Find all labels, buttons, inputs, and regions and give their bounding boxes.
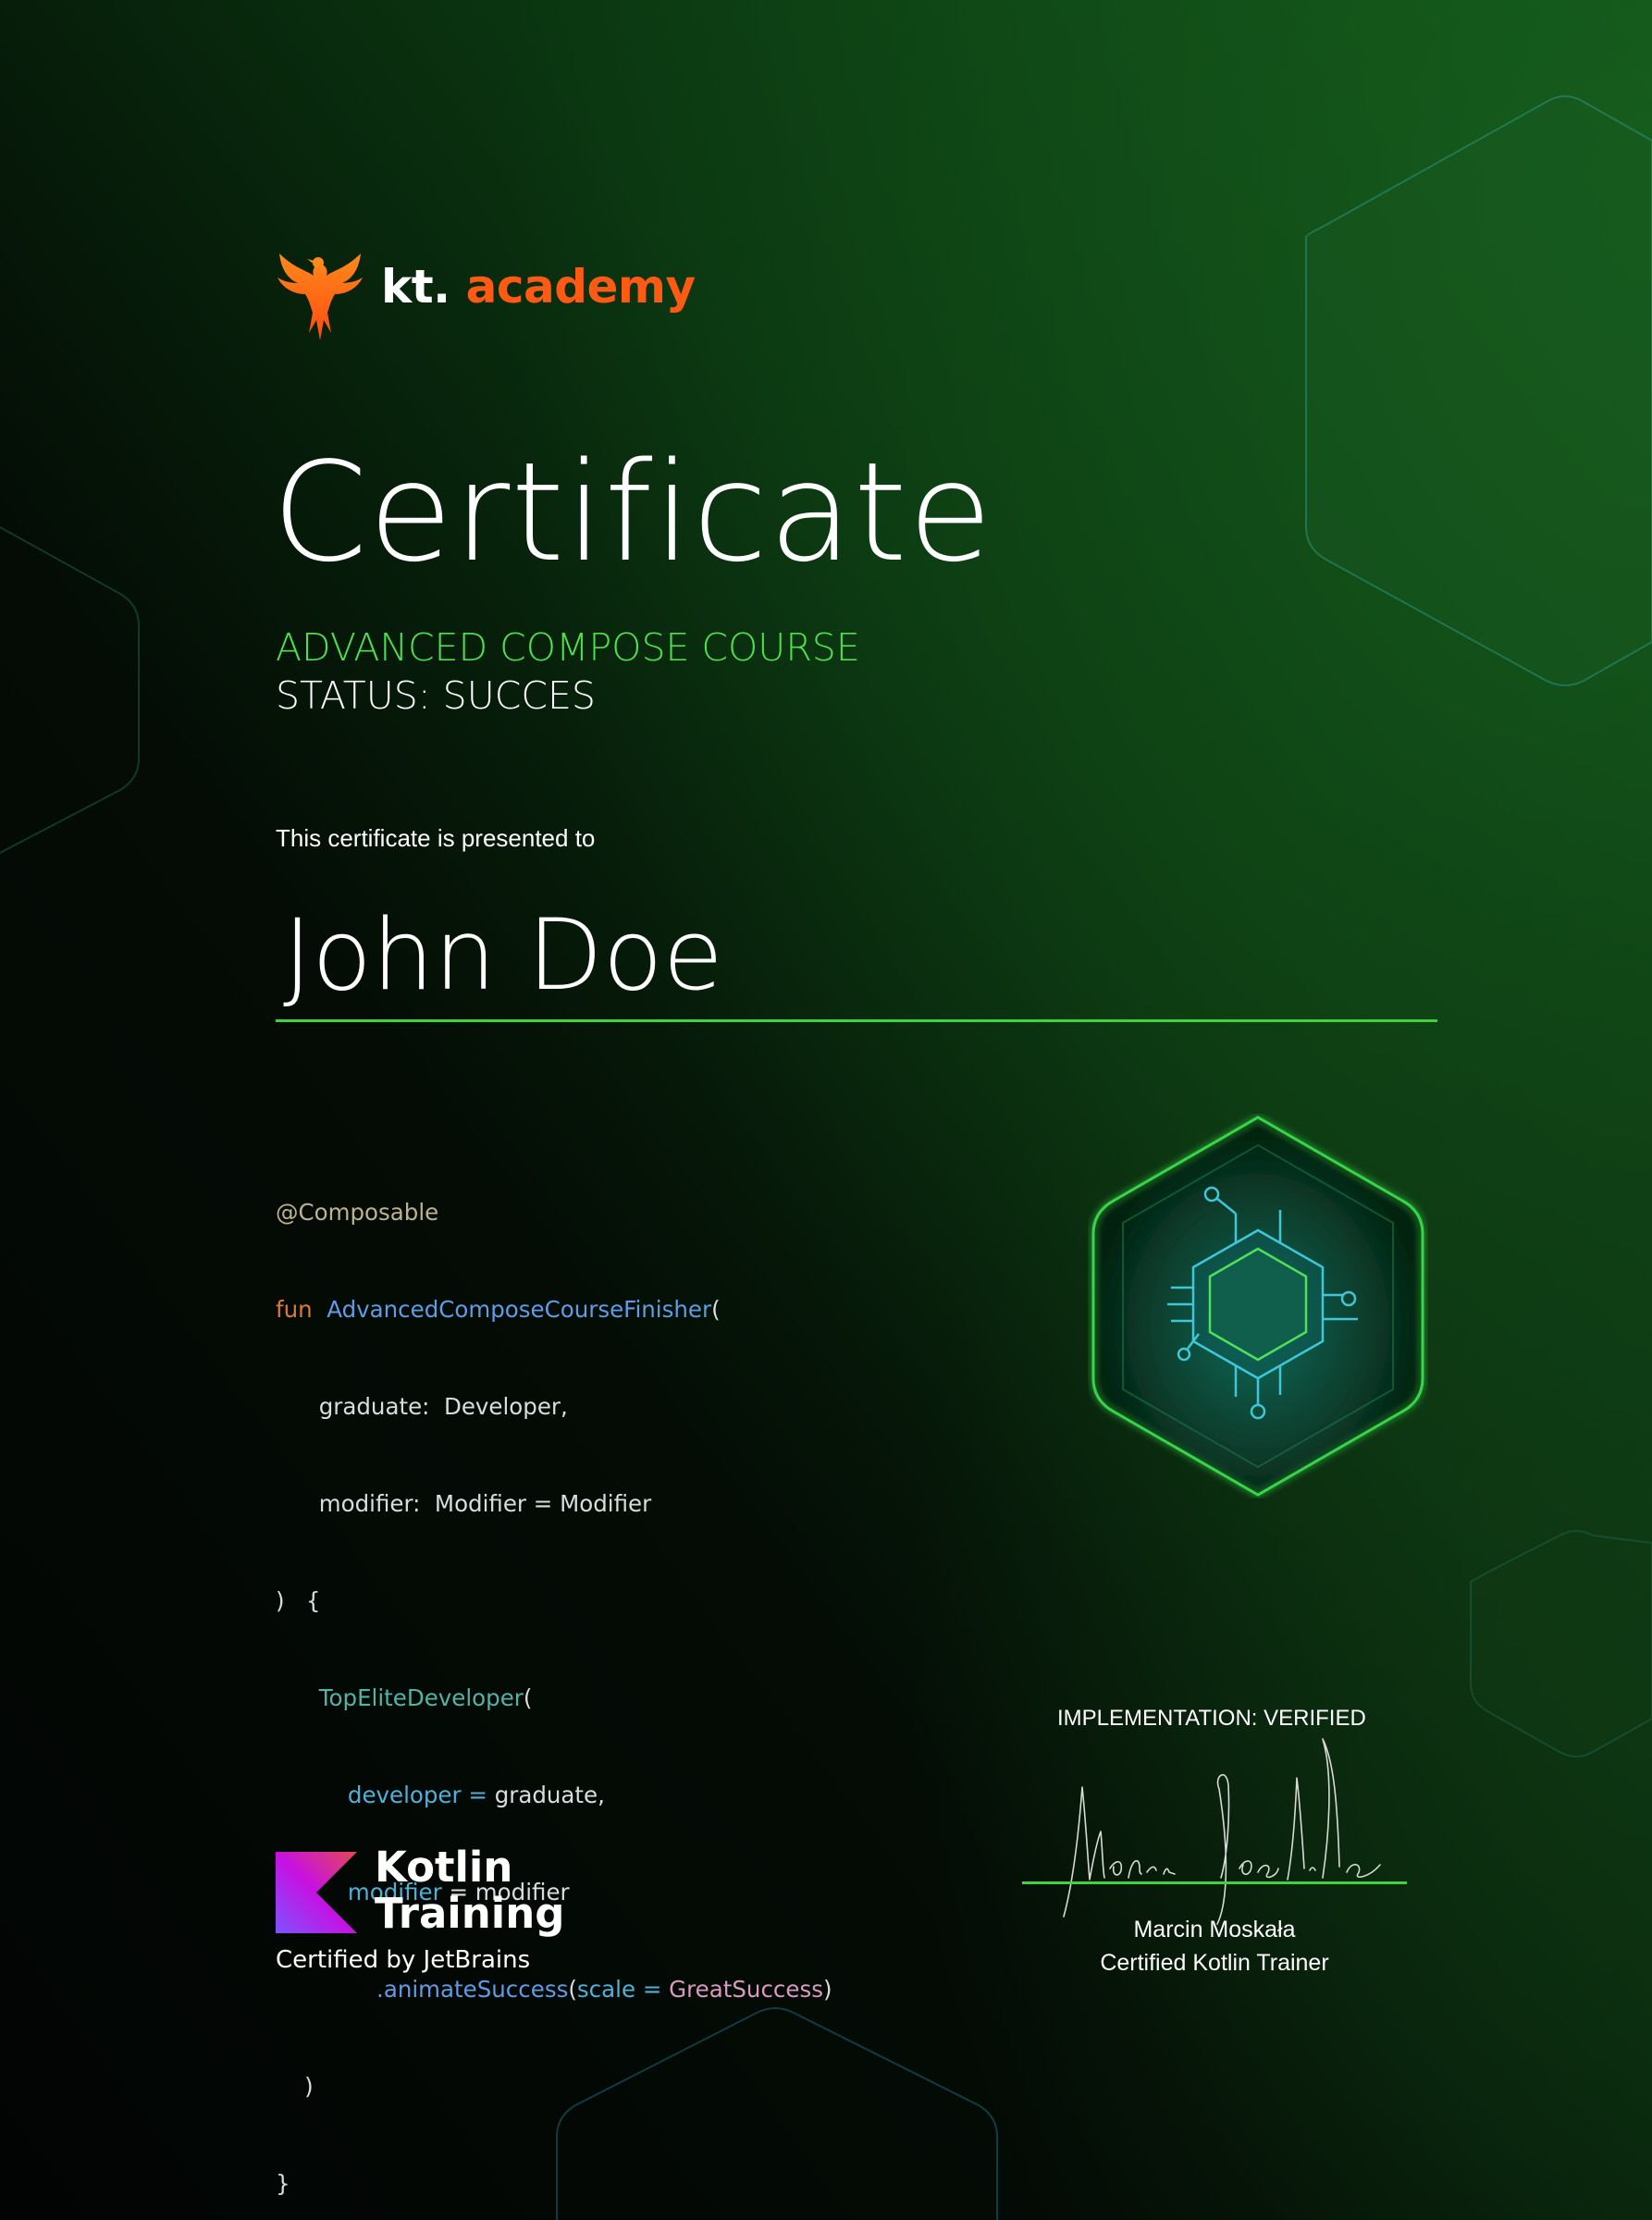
signature-line bbox=[1022, 1881, 1407, 1884]
code-arg1-value: graduate, bbox=[487, 1782, 605, 1808]
course-status: STATUS: SUCCES bbox=[276, 673, 596, 718]
certificate-title: Certificate bbox=[272, 433, 993, 592]
phoenix-icon bbox=[277, 253, 363, 340]
name-underline bbox=[276, 1019, 1437, 1022]
code-chain-close: ) bbox=[823, 1976, 832, 2003]
code-call-close: ) bbox=[304, 2073, 314, 2100]
code-chain-value: GreatSuccess bbox=[669, 1976, 823, 2003]
code-arg1-name: developer = bbox=[347, 1782, 487, 1808]
code-body-close: } bbox=[276, 2170, 290, 2197]
presented-to-label: This certificate is presented to bbox=[276, 824, 596, 852]
code-chain-param: scale = bbox=[576, 1976, 670, 2003]
recipient-name: John Doe bbox=[283, 898, 723, 1012]
code-keyword-fun: fun bbox=[276, 1296, 313, 1323]
partner-title-line1: Kotlin bbox=[375, 1843, 513, 1892]
course-name: ADVANCED COMPOSE COURSE bbox=[276, 625, 860, 670]
partner-title-line2: Training bbox=[375, 1889, 565, 1938]
brand-name: academy bbox=[465, 260, 697, 314]
code-param-graduate: graduate: Developer, bbox=[318, 1393, 568, 1420]
signature-image bbox=[1063, 1738, 1381, 1925]
signer-name: Marcin Moskała bbox=[1133, 1917, 1296, 1942]
code-function-name: AdvancedComposeCourseFinisher bbox=[327, 1296, 712, 1323]
chip-hexagon-icon bbox=[1091, 1116, 1424, 1497]
code-call-name: TopEliteDeveloper bbox=[318, 1684, 524, 1711]
brand-prefix: kt. bbox=[381, 260, 450, 314]
code-param-modifier: modifier: Modifier = Modifier bbox=[318, 1490, 652, 1517]
code-chain-method: .animateSuccess bbox=[376, 1976, 569, 2003]
code-chain-open: ( bbox=[568, 1976, 577, 2003]
code-call-open: ( bbox=[523, 1684, 533, 1711]
certified-by-label: Certified by JetBrains bbox=[276, 1946, 531, 1974]
code-close-signature: ) { bbox=[276, 1587, 321, 1614]
code-open-paren: ( bbox=[711, 1296, 721, 1323]
brand-logo-text: kt. academy bbox=[381, 264, 696, 310]
code-snippet: @Composable fun AdvancedComposeCourseFin… bbox=[276, 1131, 832, 2220]
signer-role: Certified Kotlin Trainer bbox=[1100, 1950, 1329, 1976]
kotlin-logo-icon bbox=[276, 1852, 357, 1933]
code-annotation: @Composable bbox=[276, 1199, 439, 1226]
